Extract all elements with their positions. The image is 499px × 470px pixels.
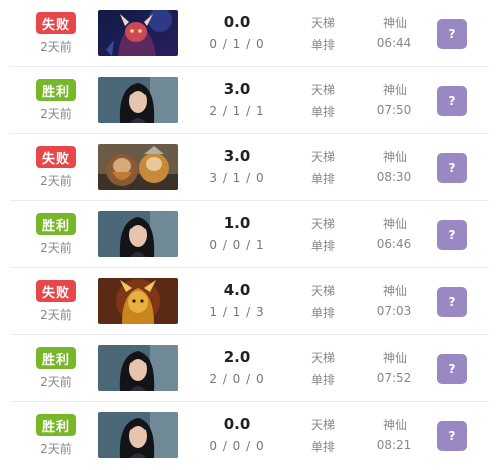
result-badge: 失败 [36,280,76,302]
score: 3.0 [223,147,251,165]
time-ago: 2天前 [40,442,72,456]
match-row[interactable]: 胜利 2天前 0.0 0 / 0 / 0 天梯 单排 神仙 08:21 ? [0,402,499,469]
queue-type: 单排 [310,105,335,119]
game-mode: 天梯 [310,284,335,298]
score: 0.0 [223,415,251,433]
game-mode: 天梯 [310,150,335,164]
match-row[interactable]: 失败 2天前 3.0 3 / 1 / 0 天梯 单排 神仙 08:30 ? [0,134,499,201]
score: 2.0 [223,348,251,366]
rank-tier: 神仙 [382,418,407,432]
game-mode: 天梯 [310,83,335,97]
score: 0.0 [223,13,251,31]
match-history-list: 失败 2天前 0.0 0 / 1 / 0 天梯 单排 神仙 06:44 ? 胜利… [0,0,499,470]
match-row[interactable]: 胜利 2天前 2.0 2 / 0 / 0 天梯 单排 神仙 07:52 ? [0,335,499,402]
result-badge: 胜利 [36,414,76,436]
match-duration: 06:44 [376,36,412,50]
game-mode: 天梯 [310,16,335,30]
rank-tier: 神仙 [382,83,407,97]
time-ago: 2天前 [40,40,72,54]
rank-tier: 神仙 [382,284,407,298]
match-duration: 07:03 [376,304,412,318]
match-row[interactable]: 失败 2天前 0.0 0 / 1 / 0 天梯 单排 神仙 06:44 ? [0,0,499,67]
match-row[interactable]: 胜利 2天前 3.0 2 / 1 / 1 天梯 单排 神仙 07:50 ? [0,67,499,134]
kda: 0 / 0 / 0 [209,439,265,453]
queue-type: 单排 [310,306,335,320]
time-ago: 2天前 [40,308,72,322]
kda: 2 / 0 / 0 [209,372,265,386]
kda: 3 / 1 / 0 [209,171,265,185]
kda: 2 / 1 / 1 [209,104,265,118]
score: 1.0 [223,214,251,232]
help-button[interactable]: ? [437,19,467,49]
kda: 0 / 0 / 1 [209,238,265,252]
help-button[interactable]: ? [437,287,467,317]
time-ago: 2天前 [40,174,72,188]
queue-type: 单排 [310,373,335,387]
match-row[interactable]: 失败 2天前 4.0 1 / 1 / 3 天梯 单排 神仙 07:03 ? [0,268,499,335]
match-duration: 07:52 [376,371,412,385]
kda: 1 / 1 / 3 [209,305,265,319]
time-ago: 2天前 [40,375,72,389]
rank-tier: 神仙 [382,217,407,231]
dwarf-warriors-portrait-icon[interactable] [98,144,178,190]
time-ago: 2天前 [40,241,72,255]
rank-tier: 神仙 [382,150,407,164]
dark-haired-heroine-portrait-icon[interactable] [98,412,178,458]
dark-haired-heroine-portrait-icon[interactable] [98,211,178,257]
demon-hero-portrait-icon[interactable] [98,10,178,56]
dark-haired-heroine-portrait-icon[interactable] [98,345,178,391]
game-mode: 天梯 [310,217,335,231]
match-duration: 08:21 [376,438,412,452]
rank-tier: 神仙 [382,16,407,30]
dark-haired-heroine-portrait-icon[interactable] [98,77,178,123]
help-button[interactable]: ? [437,354,467,384]
help-button[interactable]: ? [437,153,467,183]
result-badge: 失败 [36,12,76,34]
queue-type: 单排 [310,172,335,186]
result-badge: 胜利 [36,79,76,101]
rank-tier: 神仙 [382,351,407,365]
result-badge: 失败 [36,146,76,168]
score: 3.0 [223,80,251,98]
help-button[interactable]: ? [437,86,467,116]
golden-warrior-portrait-icon[interactable] [98,278,178,324]
time-ago: 2天前 [40,107,72,121]
result-badge: 胜利 [36,213,76,235]
match-duration: 07:50 [376,103,412,117]
game-mode: 天梯 [310,418,335,432]
kda: 0 / 1 / 0 [209,37,265,51]
game-mode: 天梯 [310,351,335,365]
score: 4.0 [223,281,251,299]
help-button[interactable]: ? [437,220,467,250]
queue-type: 单排 [310,440,335,454]
queue-type: 单排 [310,239,335,253]
result-badge: 胜利 [36,347,76,369]
queue-type: 单排 [310,38,335,52]
match-duration: 06:46 [376,237,412,251]
match-row[interactable]: 胜利 2天前 1.0 0 / 0 / 1 天梯 单排 神仙 06:46 ? [0,201,499,268]
help-button[interactable]: ? [437,421,467,451]
match-duration: 08:30 [376,170,412,184]
